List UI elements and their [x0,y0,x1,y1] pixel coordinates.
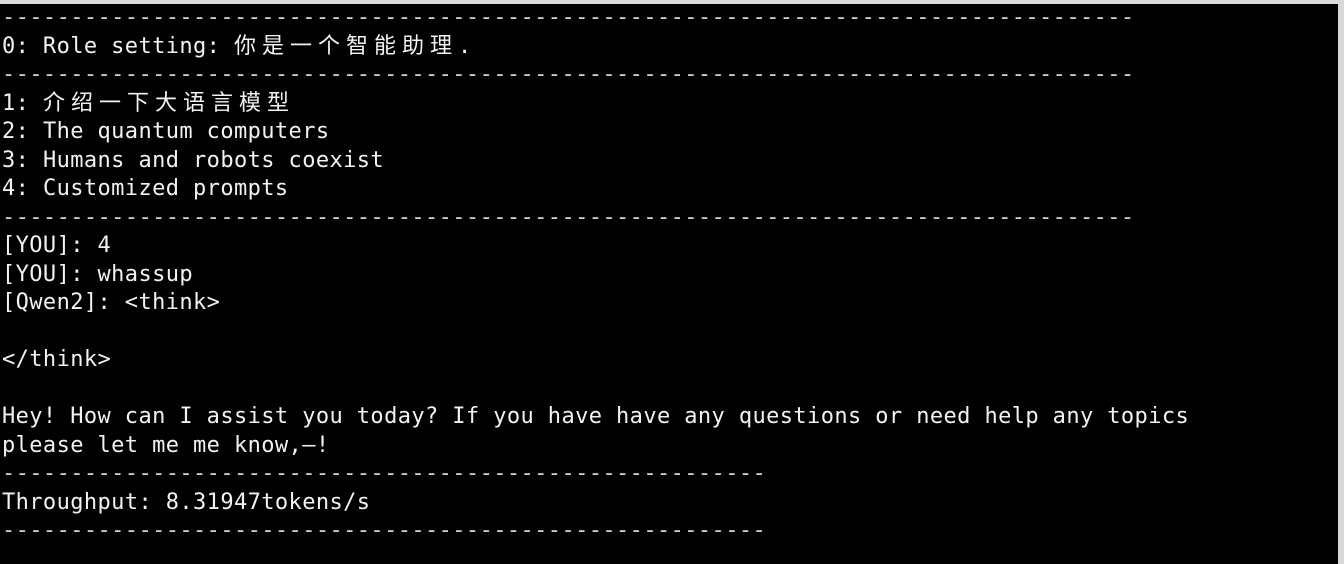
menu-item-label: Customized prompts [42,176,289,201]
separator: ----------------------------------------… [2,518,767,543]
menu-item-label: Humans and robots coexist [42,147,385,173]
separator: ----------------------------------------… [2,62,1135,87]
separator: ----------------------------------------… [2,204,1135,230]
menu-item-1: 1: 介绍一下大语言模型 [2,90,1338,119]
menu-item-number: 4: [2,176,43,201]
menu-item-2: 2: The quantum computers [2,118,1338,147]
user-choice-line: [YOU]: 4 [2,233,112,258]
menu-item-label: The quantum computers [42,119,330,144]
user-message-line: [YOU]: whassup [2,261,194,287]
role-setting-prefix: 0: Role setting: [2,33,234,59]
menu-item-3: 3: Humans and robots coexist [2,147,1338,176]
terminal-window: ----------------------------------------… [0,0,1344,564]
role-setting-text: 你是一个智能助理. [233,33,478,59]
model-reply-line-1: Hey! How can I assist you today? If you … [2,404,1190,429]
model-reply-line-2: please let me me know,—! [2,432,330,458]
menu-item-number: 3: [2,147,43,173]
separator: ----------------------------------------… [2,5,1135,30]
throughput-line: Throughput: 8.31947tokens/s [2,489,371,515]
think-close-line: </think> [2,347,112,372]
menu-item-number: 2: [2,119,43,144]
menu-item-number: 1: [2,90,43,116]
menu-item-4: 4: Customized prompts [2,175,1338,204]
menu-item-label: 介绍一下大语言模型 [42,90,295,116]
terminal-screen[interactable]: ----------------------------------------… [0,4,1338,564]
model-response-start: [Qwen2]: <think> [2,290,221,315]
role-setting-line: 0: Role setting: 你是一个智能助理. [2,33,1338,62]
separator: ----------------------------------------… [2,461,767,486]
scrollbar[interactable] [1338,0,1344,564]
